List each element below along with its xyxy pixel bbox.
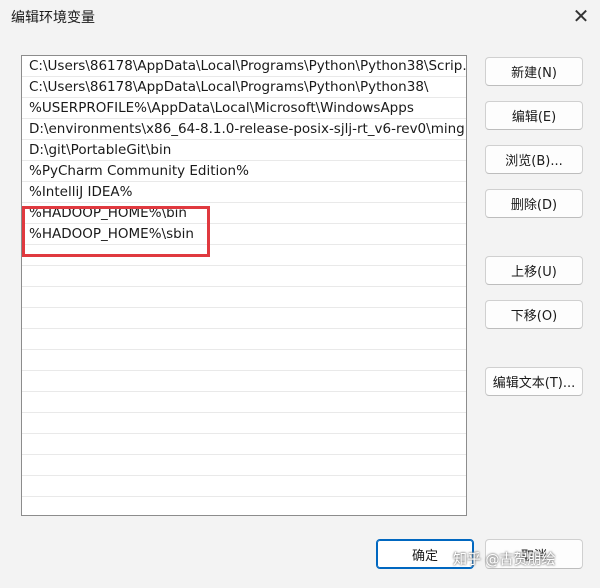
list-item-empty[interactable] xyxy=(22,476,466,497)
edit-env-var-dialog: 编辑环境变量 ✕ C:\Users\86178\AppData\Local\Pr… xyxy=(0,0,600,588)
list-item-empty[interactable] xyxy=(22,413,466,434)
list-item-empty[interactable] xyxy=(22,371,466,392)
list-item[interactable]: %PyCharm Community Edition% xyxy=(22,161,466,182)
list-item[interactable]: D:\environments\x86_64-8.1.0-release-pos… xyxy=(22,119,466,140)
list-item[interactable]: %USERPROFILE%\AppData\Local\Microsoft\Wi… xyxy=(22,98,466,119)
list-item[interactable]: C:\Users\86178\AppData\Local\Programs\Py… xyxy=(22,56,466,77)
list-item[interactable]: %HADOOP_HOME%\sbin xyxy=(22,224,466,245)
edit-text-button[interactable]: 编辑文本(T)... xyxy=(485,367,583,396)
list-item-empty[interactable] xyxy=(22,308,466,329)
list-item-empty[interactable] xyxy=(22,245,466,266)
new-button[interactable]: 新建(N) xyxy=(485,57,583,86)
delete-button[interactable]: 删除(D) xyxy=(485,189,583,218)
list-item-empty[interactable] xyxy=(22,455,466,476)
browse-button[interactable]: 浏览(B)... xyxy=(485,145,583,174)
list-item-empty[interactable] xyxy=(22,329,466,350)
list-item[interactable]: C:\Users\86178\AppData\Local\Programs\Py… xyxy=(22,77,466,98)
list-item[interactable]: %HADOOP_HOME%\bin xyxy=(22,203,466,224)
list-item-empty[interactable] xyxy=(22,392,466,413)
list-item-empty[interactable] xyxy=(22,434,466,455)
move-up-button[interactable]: 上移(U) xyxy=(485,256,583,285)
move-down-button[interactable]: 下移(O) xyxy=(485,300,583,329)
edit-button[interactable]: 编辑(E) xyxy=(485,101,583,130)
list-item-empty[interactable] xyxy=(22,350,466,371)
window-title: 编辑环境变量 xyxy=(11,10,95,26)
list-item[interactable]: %IntelliJ IDEA% xyxy=(22,182,466,203)
list-item-empty[interactable] xyxy=(22,266,466,287)
list-item[interactable]: D:\git\PortableGit\bin xyxy=(22,140,466,161)
watermark: 知乎 @古贺朋绘 xyxy=(453,552,556,568)
close-icon[interactable]: ✕ xyxy=(566,2,596,30)
list-item-empty[interactable] xyxy=(22,287,466,308)
path-list[interactable]: C:\Users\86178\AppData\Local\Programs\Py… xyxy=(21,55,467,516)
